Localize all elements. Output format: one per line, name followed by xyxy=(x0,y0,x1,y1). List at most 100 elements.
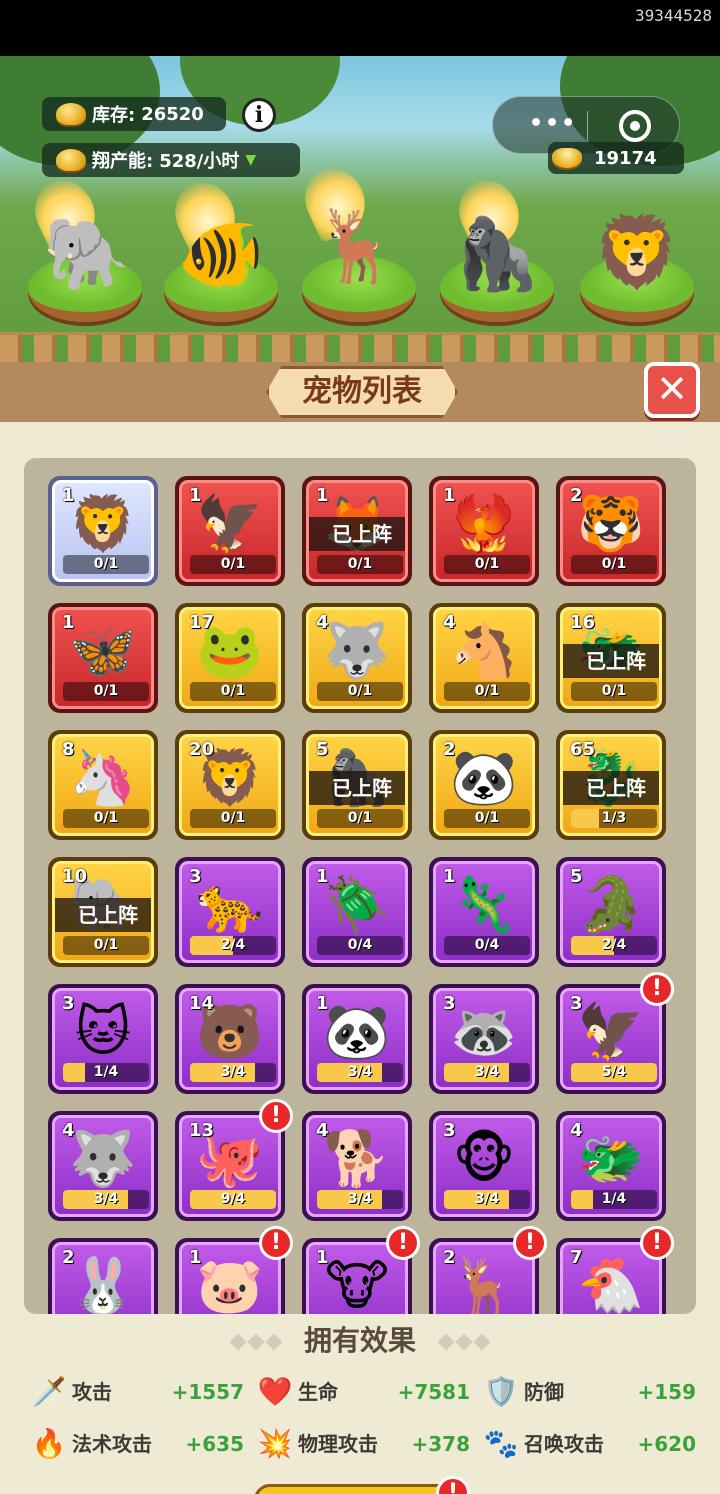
shard-count: 0/1 xyxy=(474,683,500,699)
pet-card[interactable]: 🐔 7! xyxy=(556,1226,674,1314)
team-pet-phoenix-lion[interactable]: 🦁 xyxy=(582,212,692,292)
effect-name: 物理攻击 xyxy=(298,1432,378,1456)
pet-card-face: 🐵 3 3/4 xyxy=(433,1115,535,1217)
effect-value: +620 xyxy=(637,1432,696,1456)
close-mini-program-icon[interactable] xyxy=(619,110,651,142)
deployed-tag: 已上阵 xyxy=(309,517,405,551)
claw-icon: 💥 xyxy=(257,1427,293,1460)
pet-level: 1 xyxy=(62,612,75,633)
team-pet-gorilla[interactable]: 🦍 xyxy=(442,214,552,294)
pet-level: 1 xyxy=(316,485,329,506)
pet-card[interactable]: 🐕 4 3/4 xyxy=(302,1111,412,1221)
shard-count: 5/4 xyxy=(601,1064,627,1080)
more-menu-icon[interactable]: ••• xyxy=(529,113,577,135)
pet-card-face: 🐲 4 1/4 xyxy=(560,1115,662,1217)
pet-card[interactable]: 🐴 4 0/1 xyxy=(429,603,539,713)
pet-card[interactable]: 🐮 1! xyxy=(302,1226,420,1314)
info-icon[interactable]: i xyxy=(242,98,276,132)
shard-progress-bar: 0/1 xyxy=(63,682,149,701)
pet-card-face: 🐆 3 2/4 xyxy=(179,861,281,963)
effects-title: 拥有效果 xyxy=(303,1324,416,1357)
shard-count: 0/1 xyxy=(601,556,627,572)
pet-card[interactable]: 🐦‍🔥 1 0/1 xyxy=(429,476,539,586)
pet-card[interactable]: 🐯 2 0/1 xyxy=(556,476,666,586)
shard-count: 0/1 xyxy=(93,937,119,953)
shard-count: 0/1 xyxy=(220,556,246,572)
effect-hp: ❤️ 生命 +7581 xyxy=(256,1372,470,1412)
pet-card[interactable]: 🦁 20 0/1 xyxy=(175,730,285,840)
pet-card[interactable]: 🦄 8 0/1 xyxy=(48,730,158,840)
pet-card-face: 🦁 1 0/1 xyxy=(52,480,154,582)
pet-card-face: 🐘100/1已上阵 xyxy=(52,861,154,963)
pet-card[interactable]: 🐙 13 9/4! xyxy=(175,1099,293,1221)
bottom-action-button[interactable] xyxy=(254,1484,466,1494)
pet-level: 5 xyxy=(316,739,329,760)
pet-card[interactable]: 🐲160/1已上阵 xyxy=(556,603,666,713)
coin-icon xyxy=(56,149,86,171)
pet-card-face: 🦊10/1已上阵 xyxy=(306,480,408,582)
pet-card[interactable]: 🐊 5 2/4 xyxy=(556,857,666,967)
pet-card[interactable]: 🐻 14 3/4 xyxy=(175,984,285,1094)
pet-card[interactable]: 🐼 1 3/4 xyxy=(302,984,412,1094)
pet-card-face: 🐊 5 2/4 xyxy=(560,861,662,963)
shard-count: 0/1 xyxy=(347,556,373,572)
pet-card[interactable]: 🦍50/1已上阵 xyxy=(302,730,412,840)
pet-card[interactable]: 🦋 1 0/1 xyxy=(48,603,158,713)
pet-card[interactable]: 🐺 4 0/1 xyxy=(302,603,412,713)
pet-card[interactable]: 🦅 3 5/4! xyxy=(556,972,674,1094)
team-pet-elephant[interactable]: 🐘 xyxy=(32,214,142,294)
effect-name: 攻击 xyxy=(72,1380,112,1404)
pet-card[interactable]: 🦅 1 0/1 xyxy=(175,476,285,586)
pet-level: 8 xyxy=(62,739,75,760)
pet-level: 65 xyxy=(570,739,596,760)
heart-icon: ❤️ xyxy=(257,1375,293,1408)
shard-progress-bar: 3/4 xyxy=(317,1190,403,1209)
pet-card[interactable]: 🐺 4 3/4 xyxy=(48,1111,158,1221)
shard-count: 3/4 xyxy=(347,1191,373,1207)
pet-card[interactable]: 🐵 3 3/4 xyxy=(429,1111,539,1221)
team-pet-deer-spirit[interactable]: 🦌 xyxy=(302,206,412,286)
pet-card-face: 🦁 20 0/1 xyxy=(179,734,281,836)
shard-progress-bar: 0/1 xyxy=(63,936,149,955)
pet-card[interactable]: 🪲 1 0/4 xyxy=(302,857,412,967)
pet-level: 7 xyxy=(570,1247,583,1268)
shard-count: 3/4 xyxy=(93,1191,119,1207)
pet-card[interactable]: 🦌 2! xyxy=(429,1226,547,1314)
pet-level: 1 xyxy=(443,866,456,887)
pet-card-face: 🐉651/3已上阵 xyxy=(560,734,662,836)
pet-card[interactable]: 🐘100/1已上阵 xyxy=(48,857,158,967)
production-label: 翔产能: xyxy=(92,151,154,172)
pet-grid[interactable]: 🦁10/1🦅10/1🦊10/1已上阵🐦‍🔥10/1🐯20/1🦋10/1🐸170/… xyxy=(24,458,696,1314)
arrow-down-icon: ▼ xyxy=(245,152,257,168)
pet-card[interactable]: 🐷 1! xyxy=(175,1226,293,1314)
close-button[interactable]: ✕ xyxy=(644,362,700,418)
pet-card[interactable]: 🦝 3 3/4 xyxy=(429,984,539,1094)
pet-card[interactable]: 🐆 3 2/4 xyxy=(175,857,285,967)
effect-value: +378 xyxy=(411,1432,470,1456)
effect-magic-attack: 🔥 法术攻击 +635 xyxy=(30,1424,244,1464)
coin-icon xyxy=(56,103,86,125)
fire-icon: 🔥 xyxy=(31,1427,67,1460)
pet-card[interactable]: 🦎 1 0/4 xyxy=(429,857,539,967)
pet-level: 13 xyxy=(189,1120,215,1141)
pet-level: 1 xyxy=(62,485,75,506)
alert-badge: ! xyxy=(640,1226,674,1260)
pet-card[interactable]: 🦊10/1已上阵 xyxy=(302,476,412,586)
pet-card[interactable]: 🐉651/3已上阵 xyxy=(556,730,666,840)
effect-value: +159 xyxy=(637,1380,696,1404)
pet-card[interactable]: 🐰 2 xyxy=(48,1238,158,1314)
capsule-divider xyxy=(587,111,588,141)
stock-value: 26520 xyxy=(141,103,204,125)
team-pet-goldfish[interactable]: 🐠 xyxy=(166,214,276,294)
shard-progress-bar: 1/4 xyxy=(63,1063,149,1082)
shard-count: 1/3 xyxy=(601,810,627,826)
pet-card[interactable]: 🦁 1 0/1 xyxy=(48,476,158,586)
alert-badge: ! xyxy=(513,1226,547,1260)
paw-icon: 🐾 xyxy=(483,1427,519,1460)
pet-card[interactable]: 🐱 3 1/4 xyxy=(48,984,158,1094)
deployed-tag: 已上阵 xyxy=(563,644,659,678)
pet-card[interactable]: 🐼 2 0/1 xyxy=(429,730,539,840)
pet-card[interactable]: 🐸 17 0/1 xyxy=(175,603,285,713)
pet-level: 4 xyxy=(316,612,329,633)
pet-card[interactable]: 🐲 4 1/4 xyxy=(556,1111,666,1221)
